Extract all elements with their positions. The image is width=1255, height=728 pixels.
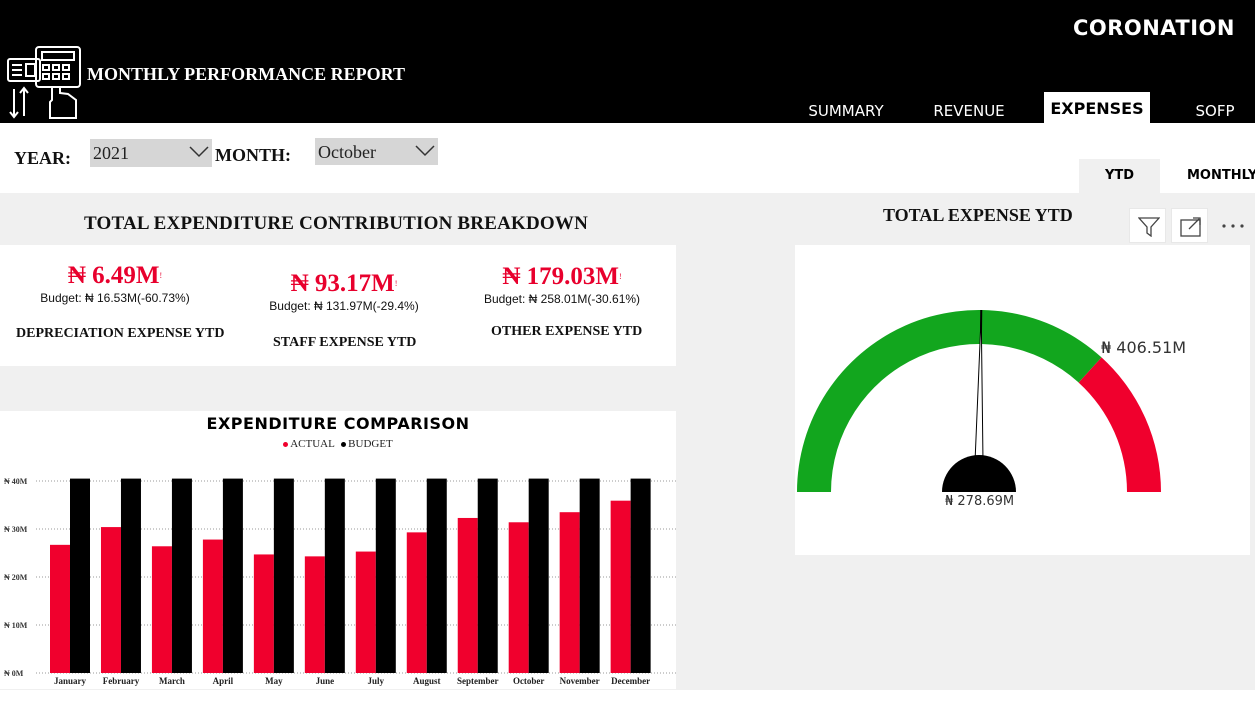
x-tick-label: April bbox=[213, 676, 234, 686]
bar-budget[interactable] bbox=[630, 478, 651, 673]
x-tick-label: August bbox=[413, 676, 441, 686]
tab-sofp[interactable]: SOFP bbox=[1180, 92, 1250, 123]
bar-actual[interactable] bbox=[202, 539, 223, 673]
kpi-label: OTHER EXPENSE YTD bbox=[491, 324, 643, 339]
kpi-depreciation: ₦ 6.49M! Budget: ₦ 16.53M(-60.73%) bbox=[20, 261, 210, 305]
bar-actual[interactable] bbox=[151, 546, 172, 673]
bar-actual[interactable] bbox=[355, 551, 376, 673]
gauge-target-label: ₦ 406.51M bbox=[1101, 338, 1187, 357]
x-tick-label: May bbox=[265, 676, 283, 686]
bar-budget[interactable] bbox=[222, 478, 243, 673]
filter-button[interactable] bbox=[1129, 208, 1166, 243]
month-dropdown[interactable]: October bbox=[315, 138, 438, 165]
bar-actual[interactable] bbox=[508, 522, 529, 673]
bar-actual[interactable] bbox=[50, 544, 70, 673]
gauge-title: TOTAL EXPENSE YTD bbox=[883, 205, 1073, 225]
bar-budget[interactable] bbox=[528, 478, 549, 673]
gauge-arc-actual[interactable] bbox=[797, 310, 1102, 492]
year-label: YEAR: bbox=[14, 148, 71, 168]
x-tick-label: November bbox=[560, 676, 600, 686]
y-tick-label: ₦ 40M bbox=[4, 477, 28, 486]
kpi-other: ₦ 179.03M! Budget: ₦ 258.01M(-30.61%) bbox=[462, 262, 662, 306]
brand-logo: CORONATION bbox=[1072, 16, 1235, 40]
bar-actual[interactable] bbox=[100, 527, 121, 673]
y-tick-label: ₦ 10M bbox=[4, 621, 28, 630]
kpi-panel: ₦ 6.49M! Budget: ₦ 16.53M(-60.73%) DEPRE… bbox=[0, 245, 676, 366]
bar-budget[interactable] bbox=[426, 478, 447, 673]
bar-actual[interactable] bbox=[610, 500, 631, 673]
bar-budget[interactable] bbox=[375, 478, 396, 673]
x-tick-label: March bbox=[159, 676, 185, 686]
bar-actual[interactable] bbox=[559, 512, 580, 673]
chevron-down-icon bbox=[415, 145, 435, 157]
x-tick-label: June bbox=[316, 676, 335, 686]
report-title: MONTHLY PERFORMANCE REPORT bbox=[87, 64, 406, 84]
gauge-hub bbox=[942, 455, 1016, 492]
month-label: MONTH: bbox=[215, 145, 291, 165]
gauge-svg bbox=[797, 310, 1161, 492]
breakdown-title: TOTAL EXPENDITURE CONTRIBUTION BREAKDOWN bbox=[84, 213, 589, 234]
year-value: 2021 bbox=[93, 143, 129, 163]
x-tick-label: December bbox=[611, 676, 650, 686]
gauge-value-label: ₦ 278.69M bbox=[945, 494, 1015, 509]
calculator-hand-icon bbox=[7, 46, 81, 119]
header-bar: MONTHLY PERFORMANCE REPORT CORONATION SU… bbox=[0, 0, 1255, 123]
kpi-value: ₦ 93.17M! bbox=[290, 270, 398, 297]
filter-icon bbox=[1138, 217, 1160, 237]
bar-budget[interactable] bbox=[171, 478, 192, 673]
ytd-toggle[interactable]: YTD bbox=[1079, 159, 1160, 193]
x-tick-label: October bbox=[513, 676, 545, 686]
kpi-label: STAFF EXPENSE YTD bbox=[273, 335, 417, 350]
more-options-button[interactable] bbox=[1213, 208, 1250, 243]
x-tick-label: September bbox=[457, 676, 499, 686]
y-tick-label: ₦ 20M bbox=[4, 573, 28, 582]
month-value: October bbox=[318, 142, 376, 162]
bar-actual[interactable] bbox=[406, 532, 427, 673]
gauge-panel: ₦ 406.51M ₦ 278.69M bbox=[795, 245, 1250, 555]
bar-actual[interactable] bbox=[253, 554, 274, 673]
kpi-value: ₦ 6.49M! bbox=[67, 262, 163, 289]
bar-actual[interactable] bbox=[457, 517, 478, 673]
bar-actual[interactable] bbox=[304, 556, 325, 673]
kpi-label: DEPRECIATION EXPENSE YTD bbox=[16, 326, 225, 341]
focus-mode-button[interactable] bbox=[1171, 208, 1208, 243]
bar-budget[interactable] bbox=[324, 478, 345, 673]
tab-revenue[interactable]: REVENUE bbox=[925, 92, 1013, 123]
bar-budget[interactable] bbox=[579, 478, 600, 673]
kpi-budget: Budget: ₦ 16.53M(-60.73%) bbox=[40, 291, 190, 305]
y-tick-label: ₦ 30M bbox=[4, 525, 28, 534]
y-tick-label: ₦ 0M bbox=[4, 669, 24, 678]
x-tick-label: July bbox=[368, 676, 385, 686]
bar-budget[interactable] bbox=[477, 478, 498, 673]
year-dropdown[interactable]: 2021 bbox=[90, 139, 212, 167]
kpi-budget: Budget: ₦ 258.01M(-30.61%) bbox=[483, 292, 641, 306]
focus-mode-icon bbox=[1180, 217, 1201, 237]
kpi-staff: ₦ 93.17M! Budget: ₦ 131.97M(-29.4%) bbox=[249, 269, 439, 313]
bar-budget[interactable] bbox=[273, 478, 294, 673]
tab-expenses[interactable]: EXPENSES bbox=[1044, 92, 1150, 123]
kpi-budget: Budget: ₦ 131.97M(-29.4%) bbox=[269, 299, 419, 313]
more-options-icon bbox=[1222, 224, 1244, 228]
bar-chart-svg: ₦ 0M ₦ 10M ₦ 20M ₦ 30M ₦ 40M January February M… bbox=[4, 477, 676, 686]
bar-budget[interactable] bbox=[120, 478, 141, 673]
gauge-arc-remaining[interactable] bbox=[1078, 357, 1161, 492]
monthly-toggle[interactable]: MONTHLY bbox=[1160, 159, 1255, 193]
bar-budget[interactable] bbox=[70, 478, 90, 673]
kpi-value: ₦ 179.03M! bbox=[502, 263, 622, 290]
tab-summary[interactable]: SUMMARY bbox=[799, 92, 893, 123]
x-tick-label: January bbox=[54, 676, 87, 686]
expenditure-chart-panel: EXPENDITURE COMPARISON ACTUAL BUDGET ₦ 0… bbox=[0, 411, 676, 689]
chevron-down-icon bbox=[189, 146, 209, 158]
x-tick-label: February bbox=[103, 676, 140, 686]
